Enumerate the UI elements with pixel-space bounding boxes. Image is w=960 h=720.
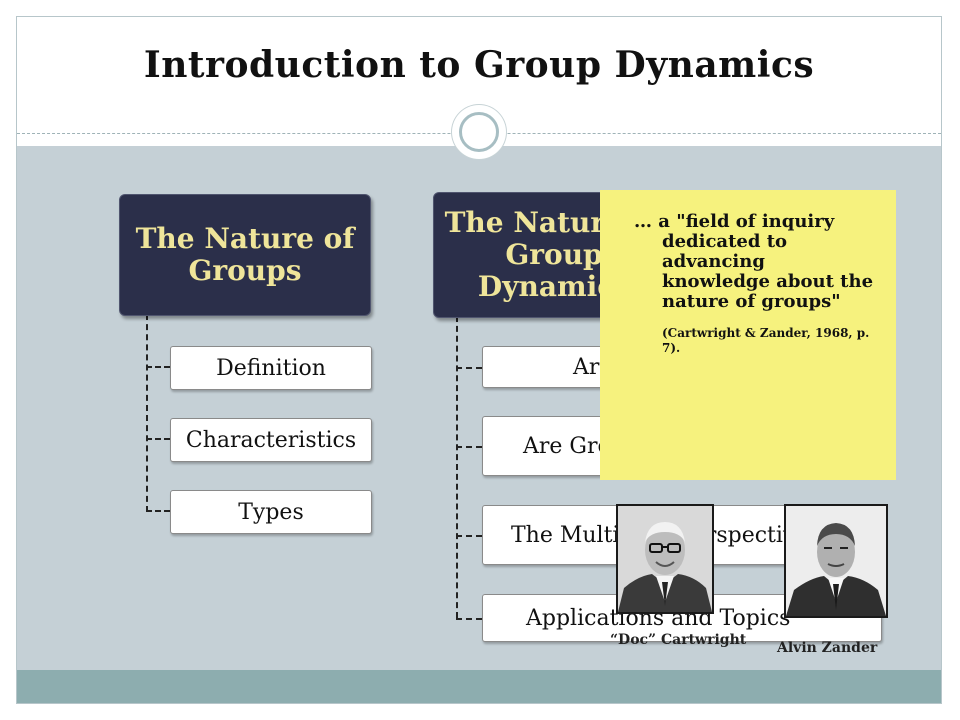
caption-alvin-zander: Alvin Zander [777,640,878,656]
photo-alvin-zander [784,504,888,618]
left-connector-3 [146,510,170,512]
left-connector-2 [146,438,170,440]
bottom-band [17,670,941,703]
ring-ornament-icon [452,105,506,159]
photo-doc-cartwright [616,504,714,614]
heading-nature-of-groups-label: The Nature of Groups [135,222,355,287]
left-connector-1 [146,366,170,368]
quote-text: … a "field of inquiry dedicated to advan… [634,211,874,312]
right-connector-2 [456,446,482,448]
item-types: Types [170,490,372,534]
quote-callout: … a "field of inquiry dedicated to advan… [600,190,896,480]
right-connector-vertical [456,316,458,618]
heading-nature-of-groups: The Nature of Groups [119,194,371,316]
portrait-cartwright-icon [618,506,712,612]
quote-citation: (Cartwright & Zander, 1968, p. 7). [662,326,870,355]
right-connector-3 [456,535,482,537]
item-definition: Definition [170,346,372,390]
slide-title: Introduction to Group Dynamics [143,44,815,86]
right-connector-1 [456,367,482,369]
caption-doc-cartwright: “Doc” Cartwright [610,632,747,648]
item-characteristics: Characteristics [170,418,372,462]
portrait-zander-icon [786,506,886,616]
right-connector-4 [456,618,482,620]
left-connector-vertical [146,314,148,512]
